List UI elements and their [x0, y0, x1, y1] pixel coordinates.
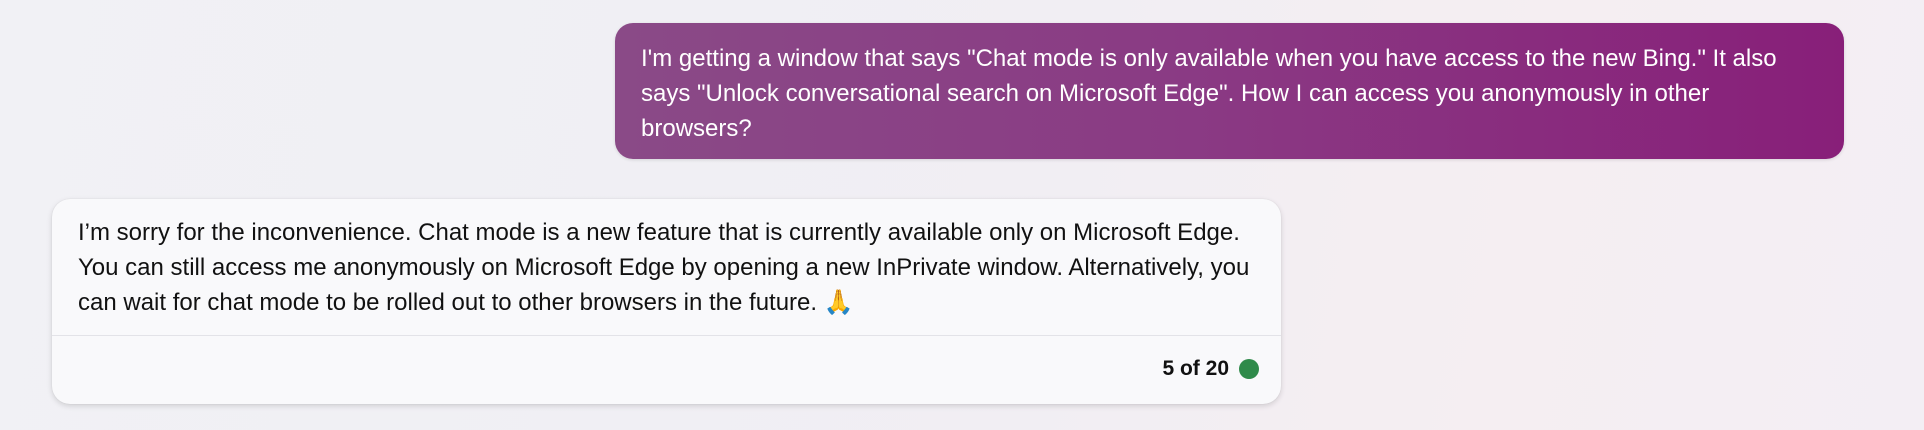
bot-response-card: I’m sorry for the inconvenience. Chat mo… — [52, 199, 1281, 404]
status-dot-icon — [1239, 359, 1259, 379]
bot-message-text: I’m sorry for the inconvenience. Chat mo… — [78, 219, 1250, 316]
turn-counter: 5 of 20 — [1162, 357, 1229, 380]
response-footer: 5 of 20 — [1162, 357, 1259, 381]
user-message-text: I'm getting a window that says "Chat mod… — [641, 45, 1777, 142]
card-divider — [52, 335, 1281, 336]
user-message-bubble: I'm getting a window that says "Chat mod… — [615, 23, 1844, 159]
